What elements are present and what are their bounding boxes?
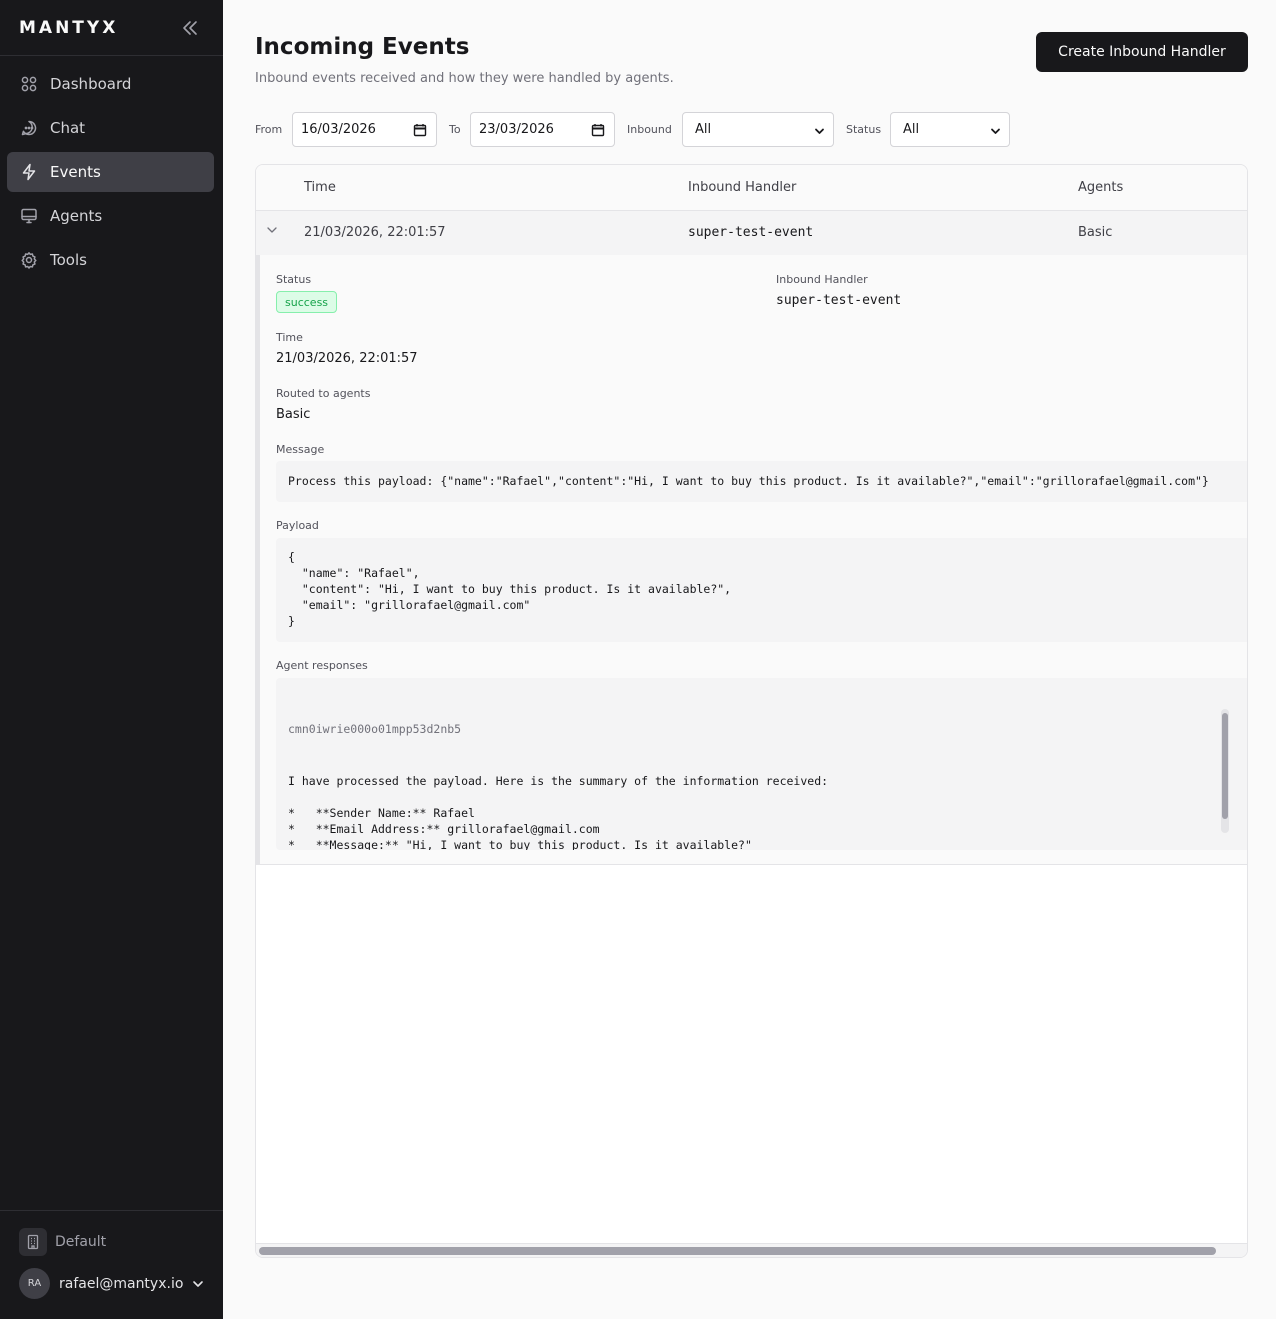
events-table: Time Inbound Handler Agents 21/03/2026, … bbox=[255, 164, 1248, 1258]
sidebar-item-events[interactable]: Events bbox=[7, 152, 214, 192]
calendar-icon[interactable] bbox=[591, 123, 605, 137]
sidebar-footer: Default RA rafael@mantyx.io bbox=[0, 1210, 223, 1319]
detail-time-label: Time bbox=[276, 331, 303, 344]
page-title: Incoming Events bbox=[255, 34, 470, 60]
avatar: RA bbox=[19, 1268, 50, 1299]
lightning-icon bbox=[22, 163, 36, 181]
column-header-time[interactable]: Time bbox=[304, 180, 336, 195]
response-agent-id: cmn0iwrie000o01mpp53d2nb5 bbox=[288, 722, 462, 736]
dashboard-icon bbox=[21, 76, 37, 92]
response-text: I have processed the payload. Here is th… bbox=[288, 774, 829, 850]
column-header-agents[interactable]: Agents bbox=[1078, 180, 1123, 195]
detail-routed-label: Routed to agents bbox=[276, 387, 371, 400]
chevron-down-icon bbox=[991, 128, 1000, 134]
brand-logo: MANTYX bbox=[19, 18, 119, 38]
sidebar-item-label: Tools bbox=[50, 251, 87, 269]
table-header: Time Inbound Handler Agents bbox=[256, 165, 1247, 211]
workspace-name: Default bbox=[55, 1234, 107, 1250]
from-date-input[interactable]: 16/03/2026 bbox=[292, 112, 437, 147]
detail-routed-value: Basic bbox=[276, 407, 311, 422]
detail-status-label: Status bbox=[276, 273, 312, 286]
monitor-icon bbox=[21, 208, 37, 224]
gear-icon bbox=[21, 252, 37, 269]
main-content: Incoming Events Inbound events received … bbox=[223, 0, 1276, 1319]
workspace-switcher[interactable]: Default bbox=[19, 1228, 106, 1256]
sidebar-item-label: Dashboard bbox=[50, 75, 132, 93]
sidebar-item-tools[interactable]: Tools bbox=[7, 240, 214, 280]
to-date-value: 23/03/2026 bbox=[479, 122, 554, 137]
sidebar-header: MANTYX bbox=[0, 0, 223, 56]
status-label: Status bbox=[846, 123, 882, 136]
horizontal-scrollbar[interactable] bbox=[256, 1243, 1247, 1257]
page-subtitle: Inbound events received and how they wer… bbox=[255, 71, 674, 86]
status-select-value: All bbox=[903, 122, 920, 137]
sidebar-item-label: Events bbox=[50, 163, 101, 181]
response-scrollbar-thumb[interactable] bbox=[1222, 713, 1228, 819]
sidebar-nav: Dashboard Chat Events Agents Tools bbox=[7, 64, 214, 284]
sidebar-item-chat[interactable]: Chat bbox=[7, 108, 214, 148]
detail-handler-value: super-test-event bbox=[776, 293, 902, 308]
column-header-inbound-handler[interactable]: Inbound Handler bbox=[688, 180, 796, 195]
chevron-down-icon bbox=[193, 1280, 203, 1287]
inbound-select[interactable]: All bbox=[682, 112, 834, 147]
detail-time-value: 21/03/2026, 22:01:57 bbox=[276, 351, 418, 366]
detail-message-label: Message bbox=[276, 443, 325, 456]
detail-payload-label: Payload bbox=[276, 519, 319, 532]
create-inbound-handler-button[interactable]: Create Inbound Handler bbox=[1036, 32, 1248, 72]
horizontal-scrollbar-thumb[interactable] bbox=[259, 1247, 1216, 1255]
event-detail-panel: Status success Inbound Handler super-tes… bbox=[256, 255, 1247, 865]
row-agents: Basic bbox=[1078, 225, 1113, 240]
building-icon bbox=[19, 1228, 47, 1256]
double-chevron-left-icon bbox=[183, 21, 197, 35]
status-select[interactable]: All bbox=[890, 112, 1010, 147]
detail-responses-label: Agent responses bbox=[276, 659, 368, 672]
to-date-input[interactable]: 23/03/2026 bbox=[470, 112, 615, 147]
from-date-value: 16/03/2026 bbox=[301, 122, 376, 137]
inbound-label: Inbound bbox=[627, 123, 672, 136]
message-box: Process this payload: {"name":"Rafael","… bbox=[276, 461, 1247, 502]
sidebar-item-dashboard[interactable]: Dashboard bbox=[7, 64, 214, 104]
row-handler: super-test-event bbox=[688, 225, 814, 240]
table-row[interactable]: 21/03/2026, 22:01:57 super-test-event Ba… bbox=[256, 211, 1247, 255]
chevron-down-icon bbox=[815, 128, 824, 134]
sidebar-item-label: Agents bbox=[50, 207, 103, 225]
calendar-icon[interactable] bbox=[413, 123, 427, 137]
detail-handler-label: Inbound Handler bbox=[776, 273, 868, 286]
user-email: rafael@mantyx.io bbox=[59, 1275, 184, 1292]
inbound-select-value: All bbox=[695, 122, 712, 137]
row-time: 21/03/2026, 22:01:57 bbox=[304, 225, 446, 240]
sidebar-item-agents[interactable]: Agents bbox=[7, 196, 214, 236]
collapse-sidebar-button[interactable] bbox=[176, 14, 204, 42]
from-label: From bbox=[255, 123, 283, 136]
response-scrollbar[interactable] bbox=[1221, 709, 1229, 833]
chevron-down-icon[interactable] bbox=[266, 224, 278, 236]
agent-response-box: cmn0iwrie000o01mpp53d2nb5 I have process… bbox=[276, 678, 1247, 850]
status-badge: success bbox=[276, 291, 338, 313]
payload-box: { "name": "Rafael", "content": "Hi, I wa… bbox=[276, 538, 1247, 642]
sidebar: MANTYX Dashboard Chat Events Agents Tool… bbox=[0, 0, 223, 1319]
chat-icon bbox=[21, 120, 37, 136]
sidebar-item-label: Chat bbox=[50, 119, 86, 137]
user-menu[interactable]: RA rafael@mantyx.io bbox=[19, 1268, 205, 1299]
to-label: To bbox=[449, 123, 461, 136]
